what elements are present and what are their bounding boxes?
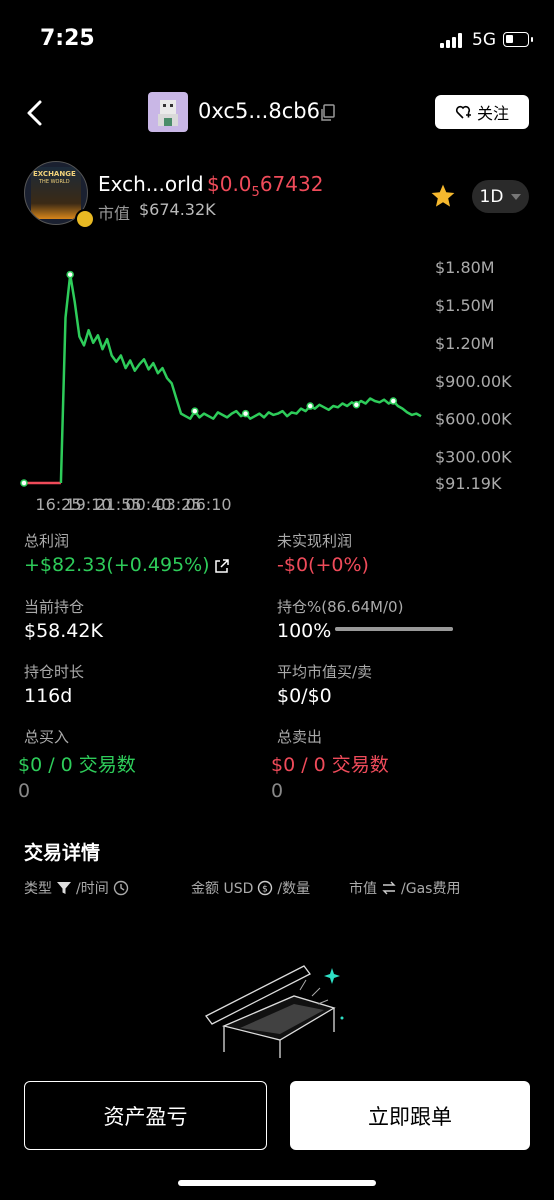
- total-sell-value: $0 / 0 交易数: [271, 754, 389, 776]
- avg-mcap-label: 平均市值买/卖: [277, 663, 373, 681]
- status-time: 7:25: [40, 26, 95, 51]
- chevron-down-icon: [511, 193, 522, 200]
- holding-duration-value: 116d: [24, 685, 73, 707]
- mcap-gas-header[interactable]: 市值 /Gas费用: [349, 878, 460, 898]
- follow-label: 关注: [476, 104, 509, 123]
- trade-marker[interactable]: [352, 401, 361, 409]
- y-tick-label: $1.50M: [435, 296, 495, 315]
- y-tick-label: $1.20M: [435, 334, 495, 353]
- unrealized-profit-value: -$0(+0%): [277, 554, 369, 576]
- trade-details-title: 交易详情: [24, 842, 101, 864]
- trade-marker[interactable]: [20, 479, 28, 487]
- market-cap-label: 市值: [98, 204, 131, 223]
- type-time-header[interactable]: 类型 /时间: [24, 878, 129, 898]
- favorite-star-icon[interactable]: [430, 183, 456, 209]
- chain-badge-icon: [75, 209, 95, 229]
- signal-icon: [440, 32, 462, 48]
- total-sell-sub: 0: [271, 780, 284, 802]
- total-profit-value: +$82.33(+0.495%): [24, 554, 230, 576]
- y-tick-label: $900.00K: [435, 372, 512, 391]
- back-arrow-icon[interactable]: [22, 98, 52, 128]
- copy-icon[interactable]: [320, 104, 336, 122]
- period-selector[interactable]: 1D: [472, 180, 529, 213]
- trade-marker[interactable]: [389, 397, 398, 405]
- y-tick-label: $300.00K: [435, 448, 512, 467]
- currency-toggle-icon[interactable]: $: [257, 880, 273, 896]
- position-pct-bar-fill: [335, 627, 453, 631]
- amount-qty-header[interactable]: 金额 USD $ /数量: [191, 878, 310, 898]
- token-name: Exch...orld: [98, 172, 204, 196]
- col-gas: /Gas费用: [401, 881, 461, 897]
- market-cap-value: $674.32K: [139, 200, 216, 219]
- token-price: $0.0567432: [207, 172, 324, 200]
- home-indicator: [178, 1180, 376, 1186]
- svg-text:$: $: [263, 885, 269, 895]
- token-logo-subtext: THE WORLD: [39, 179, 70, 185]
- unrealized-profit-label: 未实现利润: [277, 532, 353, 550]
- trade-marker[interactable]: [66, 270, 74, 279]
- col-amount: 金额 USD: [191, 881, 254, 897]
- current-holding-label: 当前持仓: [24, 598, 85, 616]
- battery-icon: [503, 32, 533, 47]
- col-qty: /数量: [277, 881, 311, 897]
- swap-icon[interactable]: [381, 880, 397, 896]
- heart-plus-icon: [455, 105, 471, 119]
- empty-box-illustration: [205, 965, 344, 1058]
- y-tick-label: $600.00K: [435, 410, 512, 429]
- position-pct-bar: [335, 627, 453, 631]
- token-logo-text: EXCHANGE: [33, 170, 76, 178]
- wallet-avatar: [148, 92, 188, 132]
- total-sell-label: 总卖出: [277, 728, 323, 746]
- asset-pnl-button[interactable]: 资产盈亏: [24, 1081, 267, 1150]
- y-tick-label: $91.19K: [435, 474, 502, 493]
- total-buy-sub: 0: [18, 780, 31, 802]
- market-cap-chart[interactable]: $1.80M $1.50M $1.20M $900.00K $600.00K $300.0…: [0, 245, 554, 520]
- col-time: /时间: [76, 881, 109, 897]
- network-type: 5G: [472, 30, 496, 50]
- total-buy-label: 总买入: [24, 728, 70, 746]
- holding-duration-label: 持仓时长: [24, 663, 85, 681]
- external-link-icon[interactable]: [214, 558, 230, 574]
- trade-marker[interactable]: [191, 407, 199, 415]
- current-holding-value: $58.42K: [24, 620, 103, 642]
- wallet-address: 0xc5...8cb6: [198, 99, 320, 123]
- y-tick-label: $1.80M: [435, 258, 495, 277]
- trade-marker[interactable]: [306, 402, 314, 410]
- total-buy-value: $0 / 0 交易数: [18, 754, 136, 776]
- col-type: 类型: [24, 881, 52, 897]
- follow-button[interactable]: 关注: [435, 95, 529, 129]
- position-pct-label: 持仓%(86.64M/0): [277, 598, 404, 616]
- copy-trade-button[interactable]: 立即跟单: [290, 1081, 530, 1150]
- trade-marker[interactable]: [241, 409, 250, 418]
- filter-icon[interactable]: [56, 880, 72, 896]
- total-profit-label: 总利润: [24, 532, 70, 550]
- clock-icon[interactable]: [113, 880, 129, 896]
- price-line-up: [59, 273, 422, 484]
- x-tick-label: 06:10: [185, 495, 231, 514]
- avg-mcap-value: $0/$0: [277, 685, 332, 707]
- col-mcap: 市值: [349, 881, 377, 897]
- position-pct-value: 100%: [277, 620, 332, 642]
